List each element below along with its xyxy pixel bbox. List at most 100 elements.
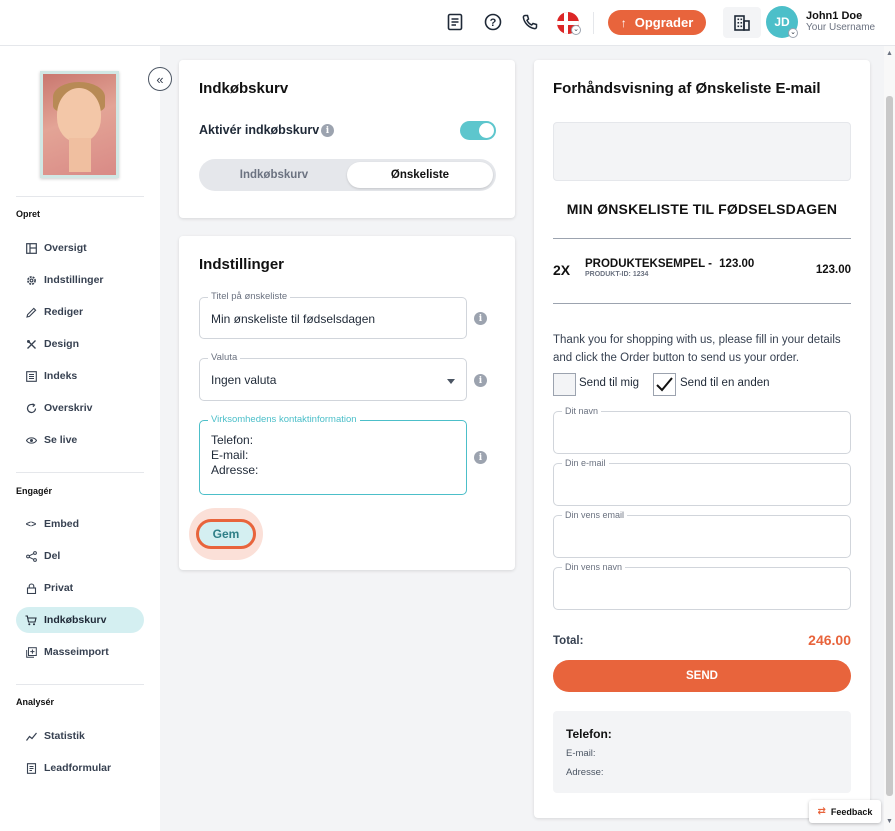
info-icon[interactable]: i	[474, 312, 487, 325]
sidebar-item-edit[interactable]: Rediger	[16, 299, 144, 325]
wishlist-heading: MIN ØNSKELISTE TIL FØDSELSDAGEN	[566, 201, 838, 217]
scrollbar-thumb[interactable]	[886, 96, 893, 796]
arrow-up-icon: ↑	[620, 15, 627, 30]
cart-settings-card: Indkøbskurv Aktivér indkøbskurv i Indkøb…	[179, 60, 515, 218]
field-legend: Din vens navn	[562, 562, 626, 572]
friend-email-field[interactable]: Din vens email	[553, 510, 851, 558]
sidebar-item-label: Embed	[44, 518, 80, 530]
checkbox-label: Send til en anden	[680, 377, 770, 389]
sidebar-item-view-live[interactable]: Se live	[16, 427, 144, 453]
sidebar-item-label: Overskriv	[44, 402, 93, 414]
sidebar-item-design[interactable]: Design	[16, 331, 144, 357]
send-button[interactable]: SEND	[553, 660, 851, 692]
email-message: Thank you for shopping with us, please f…	[553, 334, 841, 364]
toggle-label: Aktivér indkøbskurv	[199, 123, 320, 137]
textarea-line: Adresse:	[211, 463, 259, 477]
currency-select[interactable]: Valuta Ingen valuta	[199, 352, 467, 401]
sidebar-item-label: Statistik	[44, 730, 85, 742]
divider	[16, 684, 144, 685]
checkbox-label: Send til mig	[579, 377, 640, 389]
enable-cart-toggle[interactable]	[460, 121, 496, 140]
field-legend: Titel på ønskeliste	[208, 291, 291, 302]
info-icon[interactable]: i	[474, 451, 487, 464]
friend-name-field[interactable]: Din vens navn	[553, 562, 851, 610]
sidebar-item-label: Se live	[44, 434, 78, 446]
sidebar-item-lead-form[interactable]: Leadformular	[16, 755, 144, 781]
segment-cart[interactable]: Indkøbskurv	[202, 162, 346, 188]
card-title: Forhåndsvisning af Ønskeliste E-mail	[553, 80, 821, 97]
segment-wishlist[interactable]: Ønskeliste	[347, 162, 493, 188]
user-username: Your Username	[806, 22, 876, 33]
your-email-field[interactable]: Din e-mail	[553, 458, 851, 506]
total-value: 246.00	[808, 632, 851, 648]
contact-address: Adresse:	[566, 767, 604, 778]
sidebar-item-overview[interactable]: Oversigt	[16, 235, 144, 261]
chevron-down-icon: ⌄	[788, 28, 798, 38]
divider	[553, 238, 851, 239]
textarea-line: E-mail:	[211, 448, 249, 462]
pencil-icon	[25, 306, 37, 318]
section-create: Opret	[16, 209, 41, 219]
email-banner-placeholder	[553, 122, 851, 181]
total-label: Total:	[553, 635, 584, 647]
section-analyze: Analysér	[16, 697, 55, 707]
chevron-down-icon: ⌄	[571, 25, 581, 35]
send-to-other-checkbox[interactable]	[653, 373, 676, 396]
share-icon	[25, 550, 37, 562]
building-icon[interactable]	[723, 7, 761, 38]
sidebar-item-label: Leadformular	[44, 762, 112, 774]
scroll-down-icon[interactable]: ▼	[886, 818, 893, 825]
collapse-sidebar-button[interactable]: «	[148, 67, 172, 91]
feedback-button[interactable]: ⇄ Feedback	[809, 800, 881, 823]
scroll-up-icon[interactable]: ▲	[886, 50, 893, 57]
lock-icon	[25, 582, 37, 594]
help-icon[interactable]: ?	[482, 11, 504, 33]
field-value: Ingen valuta	[211, 373, 277, 387]
line-total: 123.00	[815, 264, 851, 276]
sidebar-item-label: Masseimport	[44, 646, 109, 658]
sidebar-item-label: Indstillinger	[44, 274, 104, 286]
user-name: John1 Doe	[806, 10, 863, 22]
sidebar-item-bulk-import[interactable]: Masseimport	[16, 639, 144, 665]
divider	[16, 196, 144, 197]
save-button[interactable]: Gem	[196, 519, 256, 549]
contact-phone: Telefon:	[566, 727, 612, 741]
phone-icon[interactable]	[519, 11, 541, 33]
sidebar-item-settings[interactable]: Indstillinger	[16, 267, 144, 293]
flipbook-cover-thumbnail[interactable]	[40, 71, 119, 178]
card-title: Indkøbskurv	[199, 80, 289, 97]
section-engage: Engagér	[16, 486, 53, 496]
sidebar-item-label: Oversigt	[44, 242, 87, 254]
feedback-icon: ⇄	[817, 806, 826, 817]
info-icon[interactable]: i	[474, 374, 487, 387]
upgrade-button[interactable]: ↑ Opgrader	[608, 10, 706, 35]
field-legend: Din vens email	[562, 510, 628, 520]
field-legend: Valuta	[208, 352, 241, 363]
sidebar-item-label: Privat	[44, 582, 74, 594]
sidebar-item-label: Rediger	[44, 306, 84, 318]
sidebar-item-private[interactable]: Privat	[16, 575, 144, 601]
chart-icon	[25, 730, 37, 742]
sidebar-item-share[interactable]: Del	[16, 543, 144, 569]
info-icon[interactable]: i	[321, 124, 334, 137]
sidebar-item-statistics[interactable]: Statistik	[16, 723, 144, 749]
wishlist-title-field[interactable]: Titel på ønskeliste Min ønskeliste til f…	[199, 291, 467, 339]
top-bar: ? ⌄ ↑ Opgrader JD ⌄ John1 Doe Your Usern…	[0, 0, 895, 46]
card-title: Indstillinger	[199, 256, 285, 273]
send-to-me-checkbox[interactable]	[553, 373, 576, 396]
company-contact-textarea[interactable]: Virksomhedens kontaktinformation Telefon…	[199, 414, 467, 495]
sidebar-item-label: Indkøbskurv	[44, 614, 107, 626]
dropdown-caret-icon	[447, 379, 455, 384]
chevrons-left-icon: «	[156, 71, 164, 87]
contact-email: E-mail:	[566, 748, 596, 759]
your-name-field[interactable]: Dit navn	[553, 406, 851, 454]
sidebar-item-cart[interactable]: Indkøbskurv	[16, 607, 144, 633]
design-tools-icon	[25, 338, 37, 350]
toggle-knob	[479, 123, 494, 138]
sidebar-item-embed[interactable]: <> Embed	[16, 511, 144, 537]
divider	[553, 303, 851, 304]
product-id: PRODUKT-ID: 1234	[585, 271, 649, 278]
sidebar-item-index[interactable]: Indeks	[16, 363, 144, 389]
sidebar-item-overwrite[interactable]: Overskriv	[16, 395, 144, 421]
document-icon[interactable]	[444, 11, 466, 33]
